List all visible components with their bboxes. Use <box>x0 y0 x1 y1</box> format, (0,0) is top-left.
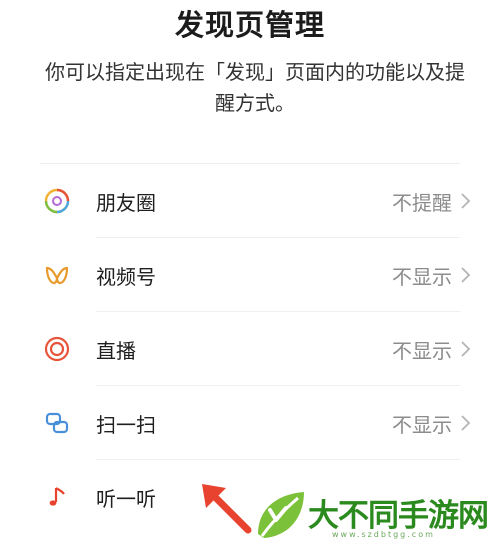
annotation-arrow-icon <box>202 484 252 534</box>
channels-icon <box>45 266 69 285</box>
page-description: 你可以指定出现在「发现」页面内的功能以及提醒方式。 <box>45 60 465 115</box>
item-label: 朋友圈 <box>96 190 156 215</box>
watermark-name: 大不同手游网 <box>308 498 489 534</box>
scan-icon <box>45 412 69 434</box>
watermark-url: www.szdbtgg.com <box>332 530 435 539</box>
music-note-icon <box>49 487 65 506</box>
discover-item-channels[interactable]: 视频号 不显示 <box>0 238 500 312</box>
item-label: 扫一扫 <box>96 412 156 437</box>
leaf-logo-icon <box>258 492 304 538</box>
item-status: 不显示 <box>392 412 452 437</box>
live-icon <box>44 336 70 362</box>
page-title: 发现页管理 <box>174 8 325 42</box>
watermark: 大不同手游网 www.szdbtgg.com <box>252 486 497 544</box>
chevron-right-icon <box>461 415 471 431</box>
item-label: 听一听 <box>96 486 156 511</box>
item-label: 视频号 <box>96 264 156 289</box>
discover-item-live[interactable]: 直播 不显示 <box>0 312 500 386</box>
item-status: 不显示 <box>392 264 452 289</box>
item-status: 不提醒 <box>392 190 452 215</box>
item-status: 不显示 <box>392 338 452 363</box>
chevron-right-icon <box>461 267 471 283</box>
chevron-right-icon <box>461 341 471 357</box>
chevron-right-icon <box>461 193 471 209</box>
discover-item-scan[interactable]: 扫一扫 不显示 <box>0 386 500 460</box>
item-label: 直播 <box>96 338 136 363</box>
moments-icon <box>44 188 70 214</box>
discover-item-moments[interactable]: 朋友圈 不提醒 <box>0 164 500 238</box>
